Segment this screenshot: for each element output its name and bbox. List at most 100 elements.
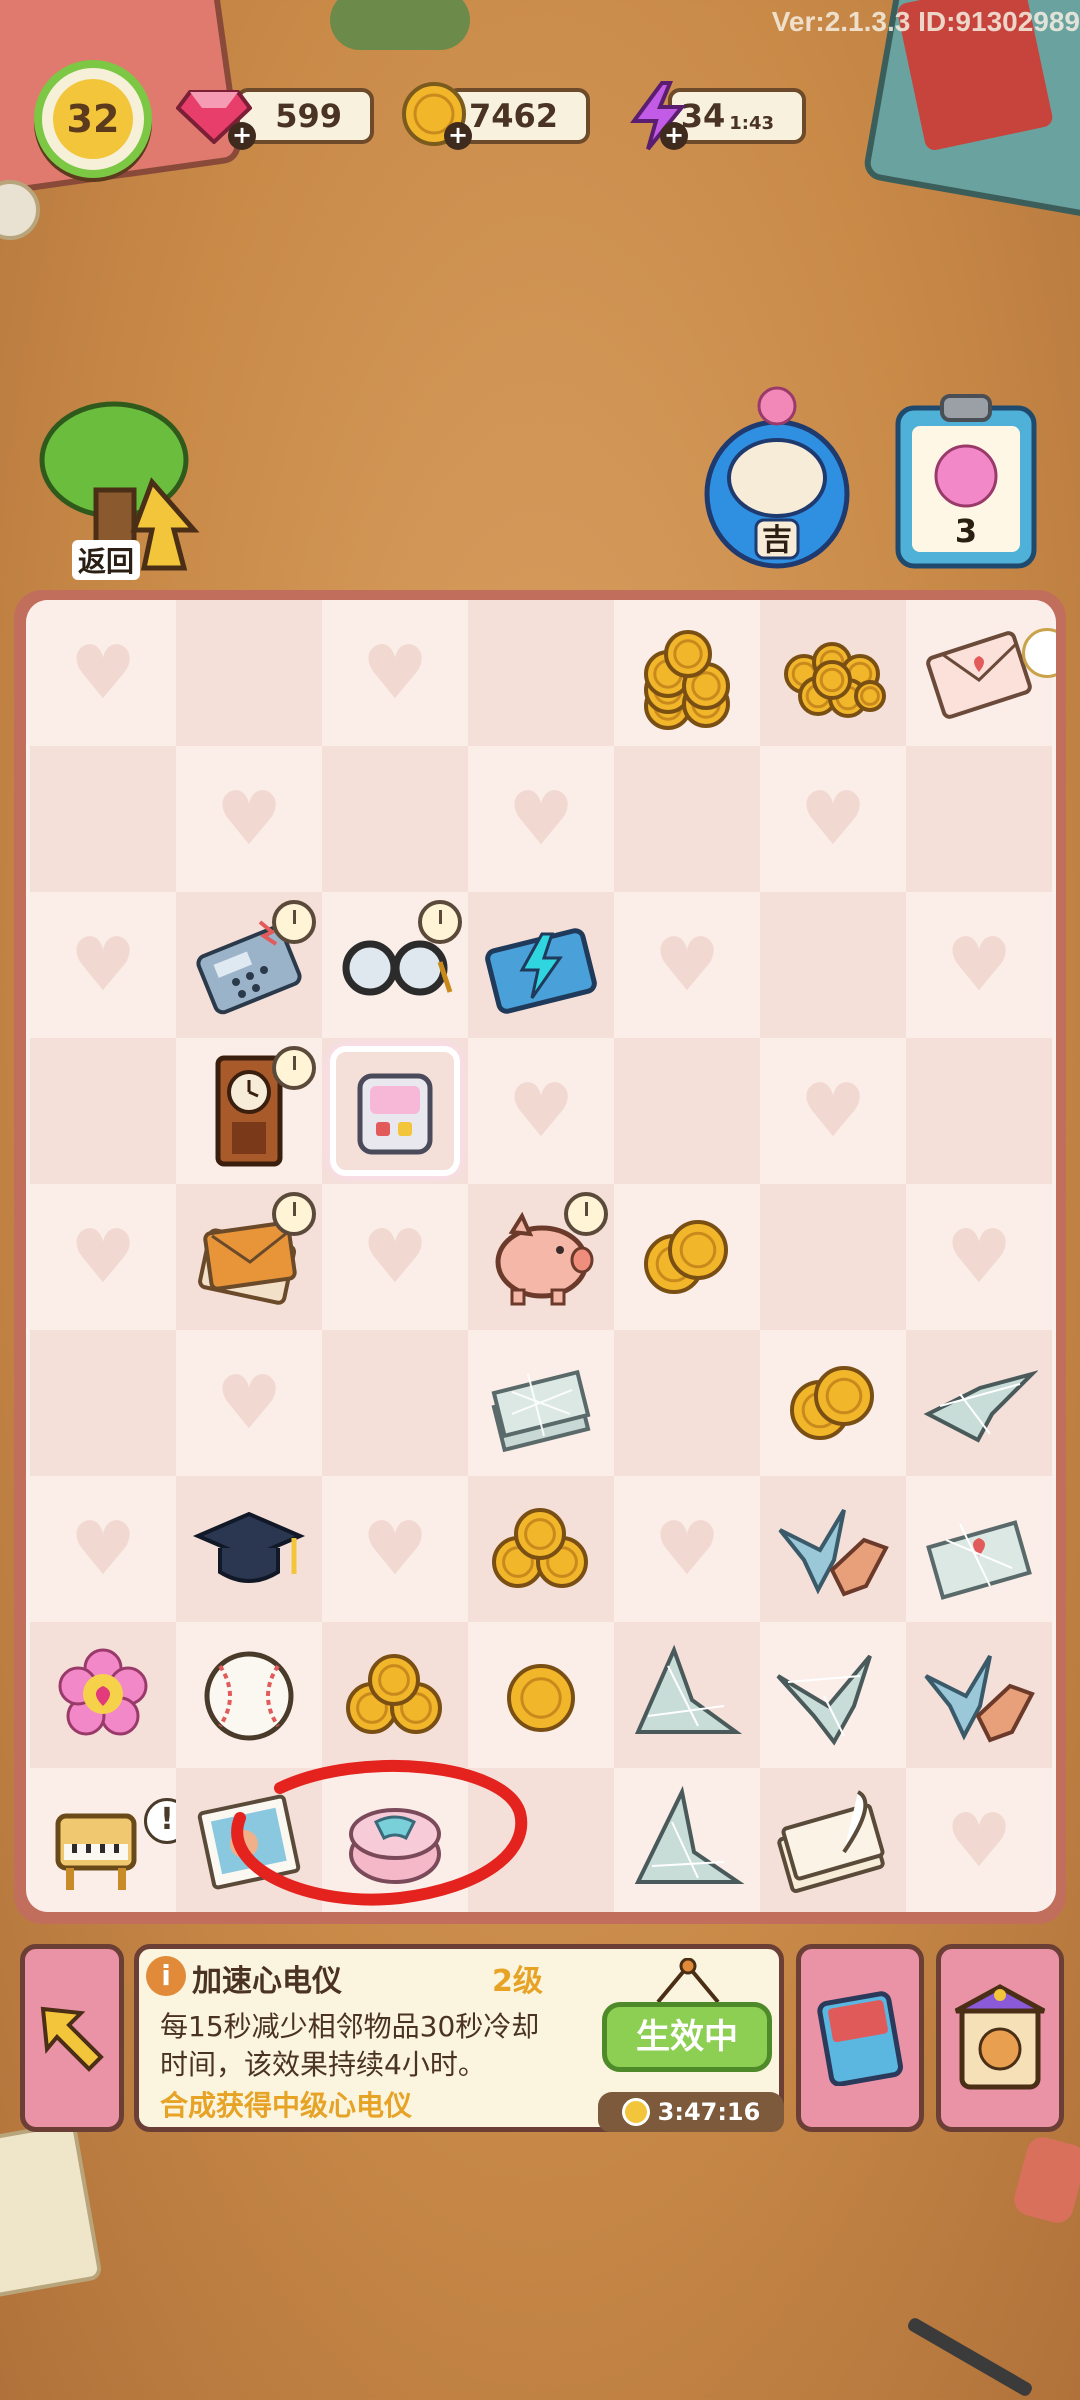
board-item-crane-web-3-icon[interactable] <box>774 1636 892 1754</box>
daruma-cat-icon[interactable]: 吉 <box>700 382 854 572</box>
clipboard-task-icon[interactable]: 3 <box>892 390 1040 572</box>
board-cell[interactable] <box>322 1330 468 1476</box>
board-cell[interactable] <box>176 1184 322 1330</box>
board-cell[interactable] <box>468 1476 614 1622</box>
board-cell[interactable] <box>760 600 906 746</box>
board-cell[interactable] <box>614 600 760 746</box>
board-cell[interactable]: ♥ <box>468 746 614 892</box>
player-level-badge[interactable]: 32 <box>34 60 152 178</box>
add-energy-icon[interactable]: + <box>660 122 688 150</box>
board-cell[interactable]: ♥ <box>30 1184 176 1330</box>
gem-counter[interactable]: 599 <box>236 88 374 144</box>
board-cell[interactable] <box>614 1184 760 1330</box>
board-cell[interactable] <box>614 746 760 892</box>
board-cell[interactable] <box>468 1622 614 1768</box>
board-cell[interactable] <box>468 892 614 1038</box>
board-cell[interactable] <box>30 746 176 892</box>
board-cell[interactable]: ! <box>30 1768 190 1912</box>
board-cell[interactable]: ♥ <box>322 1476 468 1622</box>
board-cell[interactable]: ♥ <box>906 1768 1052 1912</box>
board-item-crane-pair-icon[interactable] <box>920 1636 1038 1754</box>
board-item-piano-alert-icon[interactable] <box>44 1782 162 1900</box>
board-cell[interactable] <box>760 1330 906 1476</box>
board-cell[interactable] <box>760 1768 906 1912</box>
board-cell[interactable]: ♥ <box>906 1184 1052 1330</box>
heart-placeholder-icon: ♥ <box>507 776 575 862</box>
board-cell[interactable] <box>322 892 468 1038</box>
board-cell[interactable] <box>760 1476 906 1622</box>
board-cell[interactable]: ♥ <box>614 1476 760 1622</box>
board-cell[interactable] <box>760 1184 906 1330</box>
board-cell[interactable] <box>30 1622 176 1768</box>
board-cell[interactable] <box>906 746 1052 892</box>
board-item-crane-web-4-icon[interactable] <box>628 1782 746 1900</box>
board-item-crane-web-2-icon[interactable] <box>628 1636 746 1754</box>
board-cell[interactable]: ♥ <box>760 746 906 892</box>
heart-placeholder-icon: ♥ <box>69 1214 137 1300</box>
shop-button[interactable] <box>936 1944 1064 2132</box>
board-cell[interactable] <box>176 1622 322 1768</box>
board-item-coins-3-icon[interactable] <box>336 1636 454 1754</box>
board-item-coin-pile-icon[interactable] <box>774 614 892 732</box>
board-cell[interactable]: ♥ <box>30 600 176 746</box>
board-cell[interactable] <box>176 1476 322 1622</box>
board-cell[interactable] <box>322 1038 468 1184</box>
board-cell[interactable] <box>906 600 1056 746</box>
board-cell[interactable]: ♥ <box>322 600 468 746</box>
board-cell[interactable]: ♥ <box>468 1038 614 1184</box>
board-cell[interactable] <box>322 746 468 892</box>
board-item-coins-2-icon[interactable] <box>628 1198 746 1316</box>
board-cell[interactable] <box>322 1622 468 1768</box>
board-cell[interactable] <box>614 1768 760 1912</box>
board-item-coins-3-icon[interactable] <box>482 1490 600 1608</box>
board-item-baseball-icon[interactable] <box>190 1636 308 1754</box>
board-cell[interactable] <box>760 1622 906 1768</box>
board-cell[interactable] <box>906 1622 1052 1768</box>
board-cell[interactable] <box>176 1038 322 1184</box>
board-cell[interactable]: ♥ <box>614 892 760 1038</box>
board-cell[interactable]: ♥ <box>906 892 1052 1038</box>
board-cell[interactable] <box>614 1038 760 1184</box>
board-cell[interactable] <box>760 892 906 1038</box>
add-gems-icon[interactable]: + <box>228 122 256 150</box>
board-cell[interactable] <box>30 1038 176 1184</box>
board-item-paper-web-heart-icon[interactable] <box>920 1490 1038 1608</box>
board-cell[interactable]: ♥ <box>176 746 322 892</box>
board-cell[interactable] <box>468 1184 614 1330</box>
board-item-flower-heart-icon[interactable] <box>44 1636 162 1754</box>
board-cell[interactable] <box>614 1622 760 1768</box>
info-icon[interactable]: i <box>146 1956 186 1996</box>
board-item-coin-stack-icon[interactable] <box>628 614 746 732</box>
board-item-coins-2-icon[interactable] <box>774 1344 892 1462</box>
status-active-button[interactable]: 生效中 <box>602 2002 772 2072</box>
storybook-button[interactable] <box>796 1944 924 2132</box>
board-item-letter-quill-icon[interactable] <box>774 1782 892 1900</box>
board-grid: ♥ ♥ ♥ ♥ ♥ ♥ ♥ ♥ ♥ ♥ ♥ ♥ ♥ ♥ ♥ ♥ ♥! ♥ <box>30 600 1056 1912</box>
energy-refill-timer: 1:43 <box>729 112 774 134</box>
board-cell[interactable] <box>468 1330 614 1476</box>
board-cell[interactable] <box>176 892 322 1038</box>
board-item-coin-single-icon[interactable] <box>482 1636 600 1754</box>
board-item-crane-pair-icon[interactable] <box>774 1490 892 1608</box>
board-cell[interactable] <box>176 600 322 746</box>
board-item-paper-web-icon[interactable] <box>482 1344 600 1462</box>
board-item-letter-key-icon[interactable] <box>920 614 1038 732</box>
board-cell[interactable] <box>30 1330 176 1476</box>
board-cell[interactable]: ♥ <box>30 892 176 1038</box>
back-arrow-button[interactable] <box>20 1944 124 2132</box>
board-cell[interactable] <box>468 600 614 746</box>
board-cell[interactable]: ♥ <box>176 1330 322 1476</box>
board-cell[interactable] <box>906 1038 1052 1184</box>
board-item-book-bolt-icon[interactable] <box>482 906 600 1024</box>
board-cell[interactable]: ♥ <box>322 1184 468 1330</box>
decor-puzzle-piece <box>330 0 470 50</box>
heart-placeholder-icon: ♥ <box>69 1506 137 1592</box>
board-cell[interactable] <box>906 1330 1052 1476</box>
board-cell[interactable] <box>614 1330 760 1476</box>
add-coins-icon[interactable]: + <box>444 122 472 150</box>
board-cell[interactable]: ♥ <box>760 1038 906 1184</box>
board-cell[interactable]: ♥ <box>30 1476 176 1622</box>
board-item-crane-web-icon[interactable] <box>920 1344 1038 1462</box>
board-cell[interactable] <box>906 1476 1052 1622</box>
board-item-grad-cap-icon[interactable] <box>190 1490 308 1608</box>
